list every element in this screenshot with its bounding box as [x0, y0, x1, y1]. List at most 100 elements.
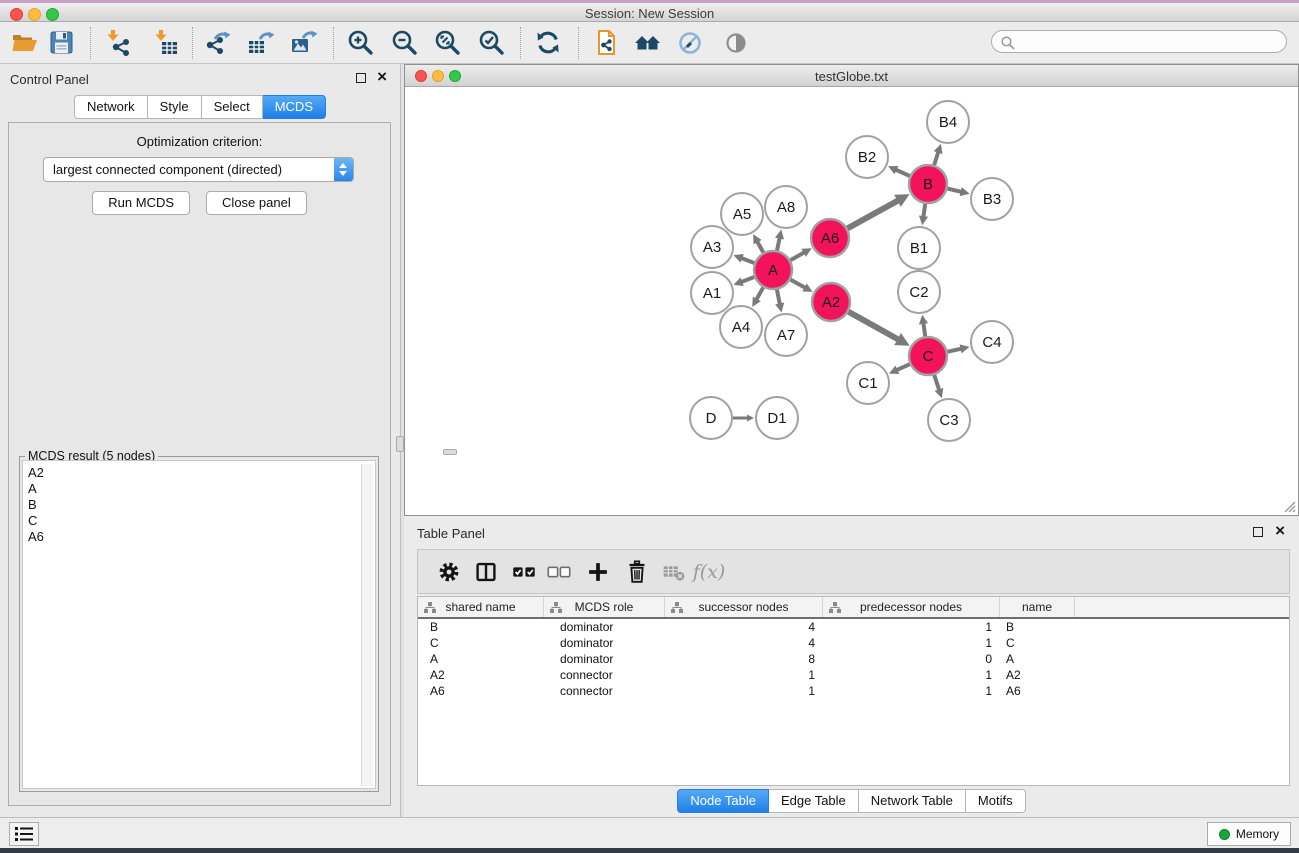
select-all-button[interactable]	[509, 557, 539, 587]
graph-node-C1[interactable]: C1	[847, 362, 889, 404]
graph-node-A4[interactable]: A4	[720, 306, 762, 348]
graph-edge-B-B2[interactable]	[896, 170, 910, 176]
graph-node-A6[interactable]: A6	[811, 219, 849, 257]
graph-node-B2[interactable]: B2	[846, 136, 888, 178]
graph-node-A2[interactable]: A2	[812, 283, 850, 321]
horizontal-splitter-handle[interactable]	[443, 449, 457, 455]
vertical-splitter-handle[interactable]	[396, 436, 404, 452]
mcds-result-item[interactable]: C	[28, 513, 375, 529]
zoom-in-button[interactable]	[344, 26, 378, 60]
show-column-button[interactable]	[471, 557, 501, 587]
graph-edge-C-C2[interactable]	[923, 323, 925, 336]
zoom-fit-button[interactable]	[431, 26, 465, 60]
mcds-result-item[interactable]: A6	[28, 529, 375, 545]
graph-node-C4[interactable]: C4	[971, 321, 1013, 363]
scrollbar[interactable]	[361, 464, 373, 786]
memory-button[interactable]: Memory	[1207, 822, 1291, 846]
criterion-select[interactable]: largest connected component (directed)	[43, 157, 354, 182]
import-network-button[interactable]	[101, 26, 135, 60]
graph-node-A5[interactable]: A5	[721, 193, 763, 235]
graph-node-C2[interactable]: C2	[898, 271, 940, 313]
graph-node-A3[interactable]: A3	[691, 226, 733, 268]
graph-edge-A-A7[interactable]	[777, 290, 780, 305]
graph-node-D1[interactable]: D1	[756, 397, 798, 439]
home-button[interactable]	[631, 26, 665, 60]
column-header-name[interactable]: name	[1000, 597, 1075, 617]
network-canvas[interactable]: B4 B2 B B3 B1 A5A8A6 A3 A A1 A2 C2 A4A7 C4 C C1 C3 D D1	[405, 87, 1298, 515]
import-table-button[interactable]	[149, 26, 183, 60]
run-mcds-button[interactable]: Run MCDS	[92, 191, 190, 215]
graph-edge-A-A4[interactable]	[756, 287, 763, 299]
function-builder-button[interactable]: f(x)	[694, 557, 724, 587]
zoom-out-button[interactable]	[388, 26, 422, 60]
graph-edge-A-A5[interactable]	[757, 241, 763, 252]
task-history-button[interactable]	[9, 822, 39, 846]
graph-node-A[interactable]: A	[754, 251, 792, 289]
delete-column-button[interactable]	[622, 557, 652, 587]
search-input[interactable]	[1018, 32, 1278, 51]
tab-select[interactable]: Select	[202, 95, 263, 119]
tab-style[interactable]: Style	[148, 95, 202, 119]
graph-edge-A-A8[interactable]	[777, 238, 780, 251]
graph-edge-C-C1[interactable]	[896, 364, 909, 370]
graph-node-A7[interactable]: A7	[765, 314, 807, 356]
graph-edge-C-C3[interactable]	[934, 375, 939, 390]
graph-edge-B-B4[interactable]	[934, 152, 938, 165]
export-table-button[interactable]	[244, 26, 278, 60]
graph-node-B3[interactable]: B3	[971, 178, 1013, 220]
graph-node-A1[interactable]: A1	[691, 272, 733, 314]
close-panel-icon[interactable]: ×	[377, 72, 387, 82]
tab-edge-table[interactable]: Edge Table	[769, 789, 859, 813]
graph-edge-A-A1[interactable]	[741, 277, 754, 282]
graph-edge-A-A6[interactable]	[790, 252, 804, 260]
float-panel-icon[interactable]	[356, 73, 366, 83]
column-header-predecessor-nodes[interactable]: predecessor nodes	[823, 597, 1000, 617]
graph-edge-A-A2[interactable]	[791, 280, 806, 288]
column-header-shared-name[interactable]: shared name	[418, 597, 544, 617]
zoom-selected-button[interactable]	[475, 26, 509, 60]
table-row[interactable]: A2connector11A2	[418, 667, 1289, 683]
graph-edge-A-A3[interactable]	[741, 258, 754, 263]
graph-node-B4[interactable]: B4	[927, 101, 969, 143]
graph-edge-B-B1[interactable]	[923, 204, 925, 217]
table-row[interactable]: A6connector11A6	[418, 683, 1289, 699]
graph-edge-A2-C[interactable]	[848, 312, 898, 340]
mcds-result-item[interactable]: A2	[28, 465, 375, 481]
mcds-result-item[interactable]: A	[28, 481, 375, 497]
column-header-mcds-role[interactable]: MCDS role	[544, 597, 665, 617]
graph-edge-B-B3[interactable]	[947, 189, 961, 192]
table-options-button[interactable]	[434, 557, 464, 587]
export-network-button[interactable]	[201, 26, 235, 60]
export-image-button[interactable]	[287, 26, 321, 60]
graph-node-A8[interactable]: A8	[765, 186, 807, 228]
tab-node-table[interactable]: Node Table	[677, 789, 769, 813]
save-session-button[interactable]	[45, 26, 79, 60]
graph-node-C[interactable]: C	[909, 337, 947, 375]
resize-grip[interactable]	[1282, 499, 1296, 513]
tab-network[interactable]: Network	[74, 95, 148, 119]
network-file-button[interactable]	[589, 26, 623, 60]
tab-motifs[interactable]: Motifs	[966, 789, 1026, 813]
select-spinner-icon[interactable]	[334, 158, 353, 181]
delete-table-button[interactable]	[659, 557, 689, 587]
add-column-button[interactable]	[583, 557, 613, 587]
graph-edge-C-C4[interactable]	[948, 349, 962, 352]
float-table-panel-icon[interactable]	[1253, 527, 1263, 537]
deselect-all-button[interactable]	[544, 557, 574, 587]
graph-node-C3[interactable]: C3	[928, 399, 970, 441]
table-row[interactable]: Bdominator41B	[418, 619, 1289, 635]
tab-mcds[interactable]: MCDS	[263, 95, 326, 119]
graph-edge-A6-B[interactable]	[848, 200, 899, 228]
refresh-button[interactable]	[531, 26, 565, 60]
table-row[interactable]: Adominator80A	[418, 651, 1289, 667]
toggle-graphics-details-button[interactable]	[673, 26, 707, 60]
close-panel-button[interactable]: Close panel	[206, 191, 307, 215]
tab-network-table[interactable]: Network Table	[859, 789, 966, 813]
table-row[interactable]: Cdominator41C	[418, 635, 1289, 651]
graph-node-B[interactable]: B	[909, 165, 947, 203]
close-table-panel-icon[interactable]: ×	[1275, 526, 1285, 536]
graph-node-D[interactable]: D	[690, 397, 732, 439]
show-hide-panels-button[interactable]	[719, 26, 753, 60]
graph-node-B1[interactable]: B1	[898, 227, 940, 269]
open-session-button[interactable]	[8, 26, 42, 60]
